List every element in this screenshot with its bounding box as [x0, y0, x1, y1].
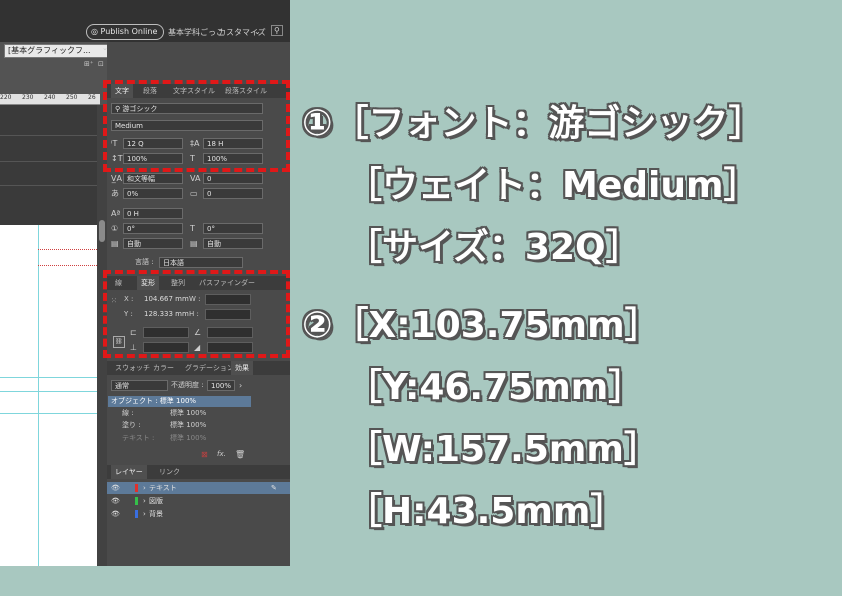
ruler-tick: 26 [88, 94, 96, 101]
baseline-shift-icon: Aª [111, 209, 121, 218]
effects-panel-tabs: スウォッチ カラー グラデーション 効果 [107, 361, 290, 375]
tsume-field[interactable]: 0% [123, 188, 183, 199]
trash-icon[interactable]: 🗑 [235, 449, 245, 460]
tab-swatches[interactable]: スウォッチ [115, 361, 150, 375]
tab-effects[interactable]: 効果 [231, 361, 253, 375]
tracking-field[interactable]: 0 [203, 188, 263, 199]
horizontal-ruler: 220 230 240 250 26 [0, 94, 100, 105]
highlight-character-settings [103, 80, 290, 172]
layer-row[interactable]: 👁 › 背景 [107, 508, 290, 520]
annotation-size: ［サイズ：32Q］ [346, 227, 642, 268]
effects-text-label: テキスト : [122, 434, 155, 442]
effects-fill-value[interactable]: 標準 100% [170, 420, 206, 431]
publish-online-button[interactable]: ◎ Publish Online [86, 24, 165, 40]
pasteboard [0, 105, 100, 225]
tsume-icon: あ [111, 189, 119, 198]
workspace-label[interactable]: 基本学科ごっこ [168, 27, 224, 38]
blend-mode-dropdown[interactable]: 通常 [111, 380, 168, 391]
annotation-h: ［H:43.5mm］ [346, 491, 627, 532]
annotation-y: ［Y:46.75mm］ [346, 367, 645, 408]
expand-arrow-icon[interactable]: › [143, 482, 146, 494]
language-dropdown[interactable]: 日本語 [159, 257, 243, 268]
guide-line [0, 185, 100, 186]
aki-before-field[interactable]: 自動 [123, 238, 183, 249]
effects-stroke-value[interactable]: 標準 100% [170, 408, 206, 419]
rotate-field[interactable]: 0° [123, 223, 183, 234]
paragraph-style-dropdown[interactable]: [基本グラフィックフ... [4, 44, 108, 58]
eye-icon[interactable]: 👁 [111, 495, 120, 507]
tab-links[interactable]: リンク [159, 465, 180, 479]
expand-arrow-icon[interactable]: › [143, 508, 146, 520]
aki-icon: ▭ [190, 189, 198, 198]
aki-after-field[interactable]: 自動 [203, 238, 263, 249]
tab-layers[interactable]: レイヤー [111, 465, 147, 479]
search-icon[interactable]: ⚲ [271, 25, 283, 36]
fx-button[interactable]: fx. [217, 449, 226, 460]
kerning-icon: V̲A [111, 174, 122, 183]
effects-object-row[interactable]: オブジェクト : 標準 100% [108, 396, 251, 407]
guide-line [0, 135, 100, 136]
layer-color-swatch [135, 484, 138, 492]
aki-after-icon: ▤ [190, 239, 198, 248]
text-frame-edge [38, 249, 97, 250]
frame-options-icon[interactable]: ⊡ [98, 60, 104, 68]
mojikumi-field[interactable]: 和文等幅 [123, 173, 183, 184]
kerning-field[interactable]: 0 [203, 173, 263, 184]
skew-field[interactable]: 0° [203, 223, 263, 234]
baseline-shift-field[interactable]: 0 H [123, 208, 183, 219]
layer-name: 図版 [149, 497, 163, 505]
chevron-right-icon[interactable]: › [239, 380, 242, 391]
scrollbar-thumb[interactable] [99, 220, 105, 242]
highlight-transform-settings [103, 270, 290, 358]
ruler-tick: 240 [44, 94, 56, 101]
layer-row[interactable]: 👁 › 図版 [107, 495, 290, 507]
eye-icon[interactable]: 👁 [111, 508, 120, 520]
layer-color-swatch [135, 510, 138, 518]
text-frame-edge [38, 265, 97, 266]
layer-color-swatch [135, 497, 138, 505]
globe-icon: ◎ [91, 27, 98, 36]
indesign-window: ◎ Publish Online 基本学科ごっこ カスタマイズ ⌄ ⚲ [基本グ… [0, 0, 290, 566]
tab-color[interactable]: カラー [153, 361, 174, 375]
effects-text-value[interactable]: 標準 100% [170, 433, 206, 444]
effects-stroke-label: 線 : [122, 409, 134, 417]
eye-icon[interactable]: 👁 [111, 482, 120, 494]
aki-before-icon: ▤ [111, 239, 119, 248]
chevron-down-icon[interactable]: ⌄ [254, 27, 261, 36]
layers-panel-tabs: レイヤー リンク [107, 465, 290, 479]
skew-icon: T [190, 224, 195, 233]
layer-name: 背景 [149, 510, 163, 518]
ruler-tick: 250 [66, 94, 78, 101]
frame-fit-icon[interactable]: ⊞⁺ [84, 60, 94, 68]
ruler-tick: 220 [0, 94, 12, 101]
margin-guide [0, 413, 97, 414]
tracking-icon: VA [190, 174, 201, 183]
opacity-label: 不透明度 : [171, 381, 204, 389]
rotate-icon: ① [111, 224, 119, 233]
tab-gradient[interactable]: グラデーション [185, 361, 234, 375]
document-page[interactable] [0, 225, 97, 566]
clear-effects-icon[interactable]: ⊠ [201, 449, 208, 460]
application-bar: ◎ Publish Online 基本学科ごっこ カスタマイズ ⌄ ⚲ [0, 0, 290, 42]
effects-fill-label: 塗り : [122, 421, 141, 429]
margin-guide [0, 391, 97, 392]
pen-icon: ✎ [271, 484, 277, 492]
opacity-field[interactable]: 100% [207, 380, 235, 391]
guide-line [0, 161, 100, 162]
margin-guide [0, 377, 97, 378]
annotation-w: ［W:157.5mm］ [346, 429, 660, 470]
language-label: 言語 : [135, 258, 154, 266]
annotation-font: ①［フォント：游ゴシック］ [302, 103, 765, 144]
layer-name: テキスト [149, 484, 177, 492]
expand-arrow-icon[interactable]: › [143, 495, 146, 507]
annotation-x: ②［X:103.75mm］ [302, 305, 661, 346]
annotation-weight: ［ウェイト：Medium］ [346, 165, 760, 206]
layer-row[interactable]: 👁 › テキスト ✎ [107, 482, 290, 494]
column-guide [38, 225, 39, 566]
ruler-tick: 230 [22, 94, 34, 101]
